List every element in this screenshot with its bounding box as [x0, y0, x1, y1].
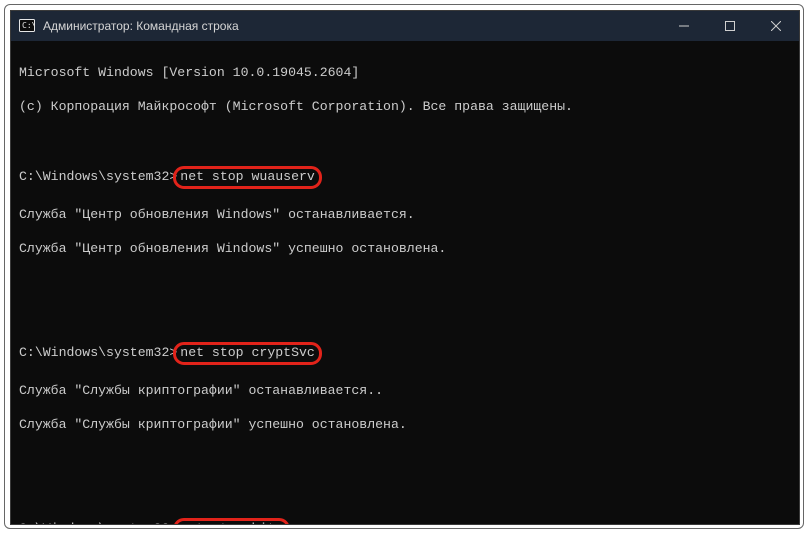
console-output[interactable]: Microsoft Windows [Version 10.0.19045.26…	[11, 41, 799, 524]
cmd-window: C:\ Администратор: Командная строка	[10, 10, 800, 525]
screenshot-frame: C:\ Администратор: Командная строка	[4, 4, 804, 529]
blank-line	[19, 308, 791, 325]
output-line: Служба "Службы криптографии" останавлива…	[19, 382, 791, 399]
prompt-line: C:\Windows\system32>net stop bits	[19, 518, 791, 524]
prompt: C:\Windows\system32>	[19, 345, 177, 360]
maximize-button[interactable]	[707, 11, 753, 41]
highlighted-command: net stop wuauserv	[173, 166, 322, 189]
prompt-line: C:\Windows\system32>net stop wuauserv	[19, 166, 791, 189]
blank-line	[19, 132, 791, 149]
prompt-line: C:\Windows\system32>net stop cryptSvc	[19, 342, 791, 365]
banner-line: Microsoft Windows [Version 10.0.19045.26…	[19, 64, 791, 81]
highlighted-command: net stop bits	[173, 518, 290, 524]
blank-line	[19, 484, 791, 501]
titlebar[interactable]: C:\ Администратор: Командная строка	[11, 11, 799, 41]
window-controls	[661, 11, 799, 41]
output-line: Служба "Центр обновления Windows" остана…	[19, 206, 791, 223]
close-button[interactable]	[753, 11, 799, 41]
blank-line	[19, 274, 791, 291]
prompt: C:\Windows\system32>	[19, 521, 177, 524]
window-title: Администратор: Командная строка	[43, 19, 661, 33]
prompt: C:\Windows\system32>	[19, 169, 177, 184]
minimize-button[interactable]	[661, 11, 707, 41]
cmd-icon: C:\	[19, 18, 35, 34]
output-line: Служба "Центр обновления Windows" успешн…	[19, 240, 791, 257]
highlighted-command: net stop cryptSvc	[173, 342, 322, 365]
svg-text:C:\: C:\	[22, 21, 35, 30]
blank-line	[19, 450, 791, 467]
banner-line: (c) Корпорация Майкрософт (Microsoft Cor…	[19, 98, 791, 115]
output-line: Служба "Службы криптографии" успешно ост…	[19, 416, 791, 433]
